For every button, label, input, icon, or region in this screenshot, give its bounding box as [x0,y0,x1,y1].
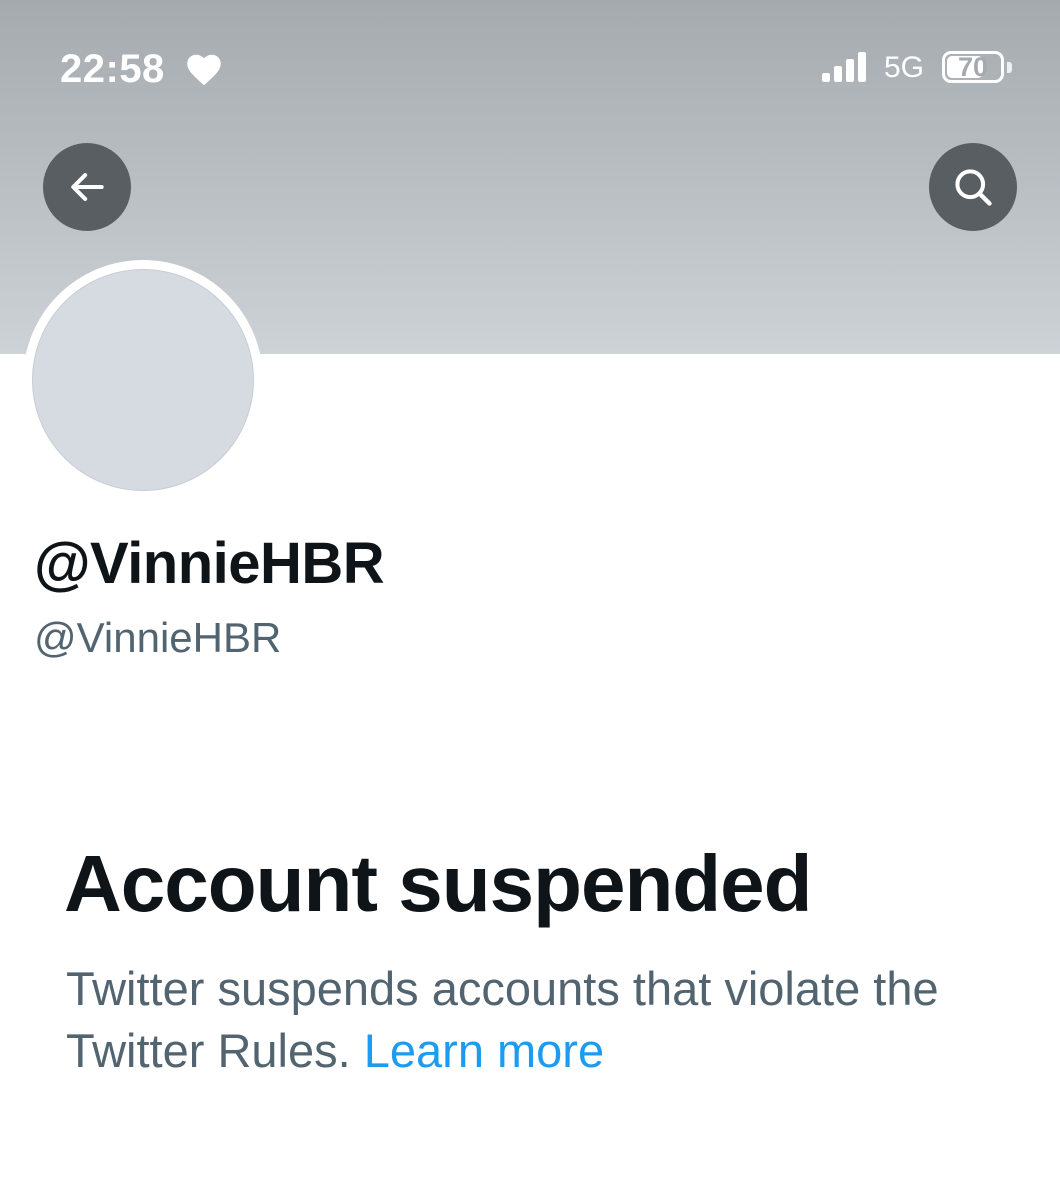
profile-handle: @VinnieHBR [34,614,282,661]
status-bar: 22:58 5G 70 [0,0,1060,130]
battery-percent: 70 [957,52,989,82]
arrow-left-icon [71,173,104,201]
status-time: 22:58 [60,47,165,91]
suspension-message-block: Twitter suspends accounts that violate t… [66,958,1006,1082]
back-button[interactable] [43,143,131,231]
heart-icon [187,54,221,86]
battery-indicator: 70 [942,51,1004,83]
suspension-title: Account suspended [64,839,813,928]
avatar[interactable] [32,269,254,491]
profile-display-name: @VinnieHBR [34,531,385,596]
network-type: 5G [884,51,925,84]
search-icon [955,169,992,206]
cellular-signal-icon [822,52,866,82]
search-button[interactable] [929,143,1017,231]
learn-more-link[interactable]: Learn more [364,1024,604,1077]
battery-nub [1007,62,1012,73]
